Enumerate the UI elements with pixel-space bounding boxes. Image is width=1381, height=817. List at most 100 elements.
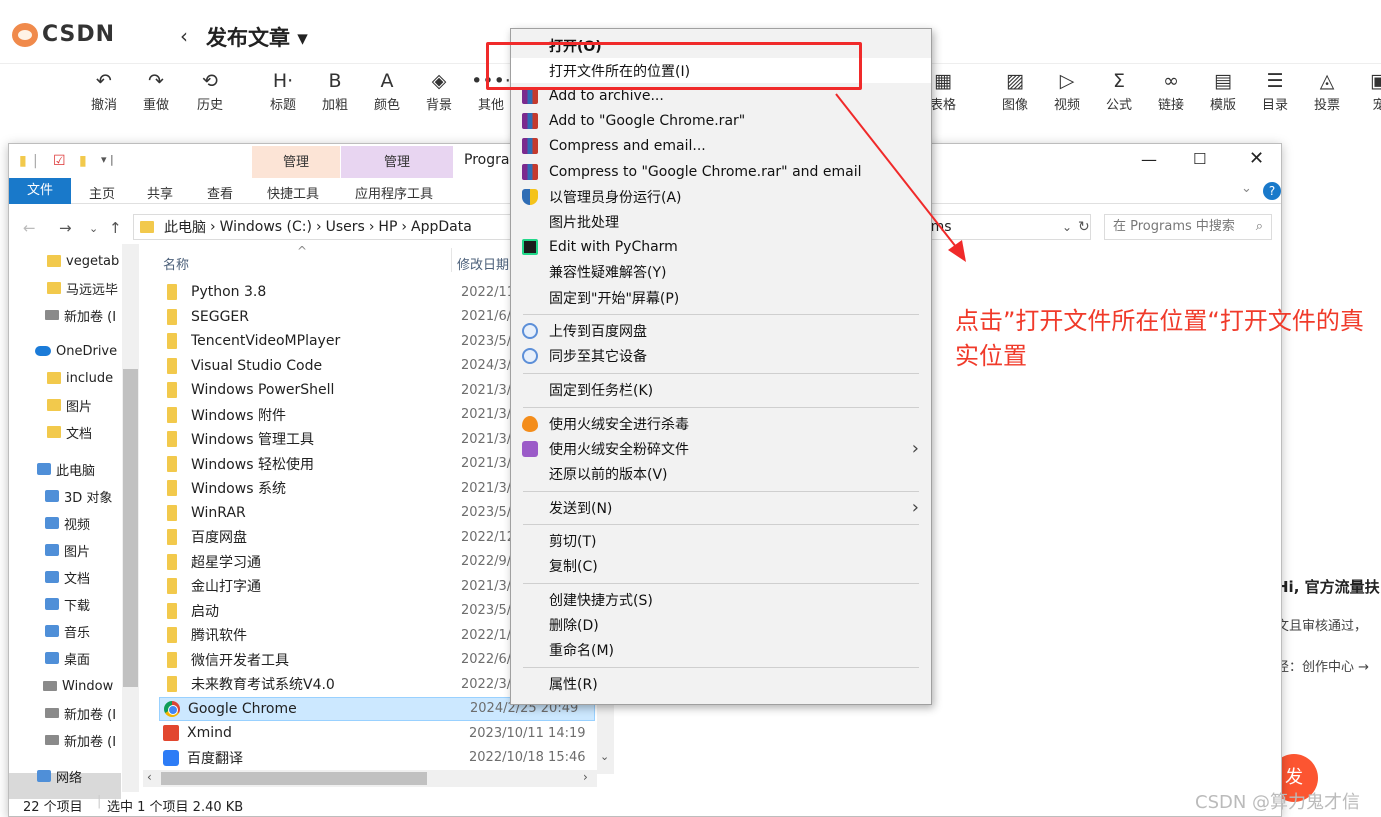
menu-separator	[523, 667, 919, 668]
chevron-down-icon[interactable]: ⌄	[1241, 181, 1252, 196]
toolbar-button-13[interactable]: ▤ 模版	[1198, 66, 1248, 113]
toolbar-button-0[interactable]: ↶ 撤消	[79, 66, 129, 113]
menu-item[interactable]: 同步至其它设备	[511, 344, 931, 369]
address-dropdown-icon[interactable]: ⌄	[1062, 220, 1072, 234]
menu-item[interactable]: 删除(D)	[511, 613, 931, 638]
page-title[interactable]: 发布文章 ▾	[206, 22, 308, 52]
toolbar-button-5[interactable]: A 颜色	[362, 66, 412, 113]
breadcrumb-drive[interactable]: Windows (C:)	[220, 219, 312, 235]
menu-item[interactable]: Edit with PyCharm	[511, 235, 931, 260]
tab-file[interactable]: 文件	[9, 178, 71, 204]
tab-manage-shortcut[interactable]: 管理	[252, 146, 340, 178]
menu-item[interactable]: 创建快捷方式(S)	[511, 587, 931, 612]
menu-item[interactable]: Compress and email...	[511, 134, 931, 159]
nav-item[interactable]: 音乐	[45, 618, 157, 644]
file-row[interactable]: 百度翻译 2022/10/18 15:46	[159, 746, 595, 770]
scroll-left-icon[interactable]: ‹	[147, 770, 152, 784]
menu-item[interactable]: Compress to "Google Chrome.rar" and emai…	[511, 159, 931, 184]
nav-item[interactable]: 桌面	[45, 645, 157, 671]
forward-arrow-icon[interactable]: →	[59, 219, 72, 237]
tab-view[interactable]: 查看	[207, 183, 233, 202]
toolbar-button-2[interactable]: ⟲ 历史	[185, 66, 235, 113]
column-header-name[interactable]: 名称	[163, 254, 189, 273]
toolbar-button-9[interactable]: ▨ 图像	[990, 66, 1040, 113]
minimize-button[interactable]: —	[1141, 150, 1157, 169]
nav-item[interactable]: 视频	[45, 510, 157, 536]
menu-item[interactable]: 属性(R)	[511, 671, 931, 696]
toolbar-button-12[interactable]: ∞ 链接	[1146, 66, 1196, 113]
nav-item[interactable]: 新加卷 (I	[45, 727, 157, 753]
toolbar-button-15[interactable]: ◬ 投票	[1302, 66, 1352, 113]
customize-quick-access-icon[interactable]: ▾ |	[101, 153, 114, 166]
up-arrow-icon[interactable]: ↑	[109, 219, 122, 237]
menu-item[interactable]: 剪切(T)	[511, 529, 931, 554]
side-notice-link[interactable]: 径：创作中心 →	[1276, 656, 1381, 675]
menu-item[interactable]: 重命名(M)	[511, 638, 931, 663]
toolbar-button-11[interactable]: Σ 公式	[1094, 66, 1144, 113]
nav-item[interactable]: vegetab	[47, 248, 159, 274]
back-button[interactable]: ‹	[180, 24, 188, 48]
search-input[interactable]: 在 Programs 中搜索 ⌕	[1104, 214, 1272, 240]
menu-item[interactable]: 还原以前的版本(V)	[511, 461, 931, 486]
menu-item[interactable]: 上传到百度网盘	[511, 319, 931, 344]
menu-item[interactable]: 发送到(N) ›	[511, 495, 931, 520]
recent-locations-icon[interactable]: ⌄	[89, 222, 98, 235]
window-title: Progra	[464, 152, 510, 168]
column-header-date[interactable]: 修改日期	[457, 254, 509, 273]
breadcrumb-users[interactable]: Users	[326, 219, 365, 235]
properties-icon[interactable]: ☑	[53, 153, 66, 169]
toolbar-button-10[interactable]: ▷ 视频	[1042, 66, 1092, 113]
column-divider[interactable]	[451, 248, 452, 272]
help-icon[interactable]: ?	[1263, 182, 1281, 200]
tab-shortcut-tools[interactable]: 快捷工具	[267, 183, 319, 202]
close-button[interactable]: ✕	[1249, 148, 1264, 169]
nav-item[interactable]: include	[47, 365, 159, 391]
toolbar-button-6[interactable]: ◈ 背景	[414, 66, 464, 113]
menu-item[interactable]: 固定到任务栏(K)	[511, 377, 931, 402]
toolbar-button-3[interactable]: H· 标题	[258, 66, 308, 113]
menu-item[interactable]: Add to "Google Chrome.rar"	[511, 109, 931, 134]
back-arrow-icon[interactable]: ←	[23, 219, 36, 237]
menu-item[interactable]: 复制(C)	[511, 554, 931, 579]
toolbar-icon: ▨	[1006, 70, 1024, 92]
menu-item[interactable]: 使用火绒安全粉碎文件 ›	[511, 436, 931, 461]
toolbar-button-16[interactable]: ▣ 宠	[1354, 66, 1381, 113]
menu-item[interactable]: 固定到"开始"屏幕(P)	[511, 285, 931, 310]
nav-item[interactable]: 3D 对象	[45, 483, 157, 509]
menu-item[interactable]: 兼容性疑难解答(Y)	[511, 260, 931, 285]
nav-item[interactable]: 文档	[47, 419, 159, 445]
menu-item[interactable]: 使用火绒安全进行杀毒	[511, 411, 931, 436]
tab-share[interactable]: 共享	[147, 183, 173, 202]
refresh-icon[interactable]: ↻	[1078, 219, 1090, 235]
nav-item[interactable]: 下载	[45, 591, 157, 617]
breadcrumb-appdata[interactable]: AppData	[411, 219, 472, 235]
toolbar-button-4[interactable]: B 加粗	[310, 66, 360, 113]
tab-manage-app[interactable]: 管理	[341, 146, 453, 178]
nav-scrollbar-thumb[interactable]	[123, 369, 138, 687]
scroll-right-icon[interactable]: ›	[583, 770, 588, 784]
maximize-button[interactable]: ☐	[1193, 150, 1206, 168]
breadcrumb-hp[interactable]: HP	[378, 219, 397, 235]
nav-item[interactable]: 文档	[45, 564, 157, 590]
nav-item[interactable]: 图片	[45, 537, 157, 563]
breadcrumb-this-pc[interactable]: 此电脑	[164, 217, 206, 237]
file-row[interactable]: Xmind 2023/10/11 14:19	[159, 721, 595, 745]
csdn-logo[interactable]: CSDN	[12, 22, 115, 47]
nav-item[interactable]: 图片	[47, 392, 159, 418]
tab-home[interactable]: 主页	[89, 183, 115, 202]
toolbar-button-14[interactable]: ☰ 目录	[1250, 66, 1300, 113]
new-folder-icon[interactable]: ▮	[79, 153, 87, 169]
menu-item[interactable]: 图片批处理	[511, 209, 931, 234]
blank-icon	[522, 382, 538, 398]
nav-item[interactable]: 新加卷 (I	[45, 302, 157, 328]
tab-app-tools[interactable]: 应用程序工具	[355, 183, 433, 202]
horizontal-scrollbar-thumb[interactable]	[161, 772, 427, 785]
toolbar-button-1[interactable]: ↷ 重做	[131, 66, 181, 113]
menu-item[interactable]: 以管理员身份运行(A)	[511, 184, 931, 209]
folder-icon	[167, 602, 177, 619]
nav-item[interactable]: 马远远毕	[47, 275, 159, 301]
scroll-down-icon[interactable]: ⌄	[600, 750, 609, 763]
cloud-icon	[522, 323, 538, 340]
nav-item[interactable]: 新加卷 (I	[45, 700, 157, 726]
menu-item-label: Add to archive...	[549, 87, 664, 104]
